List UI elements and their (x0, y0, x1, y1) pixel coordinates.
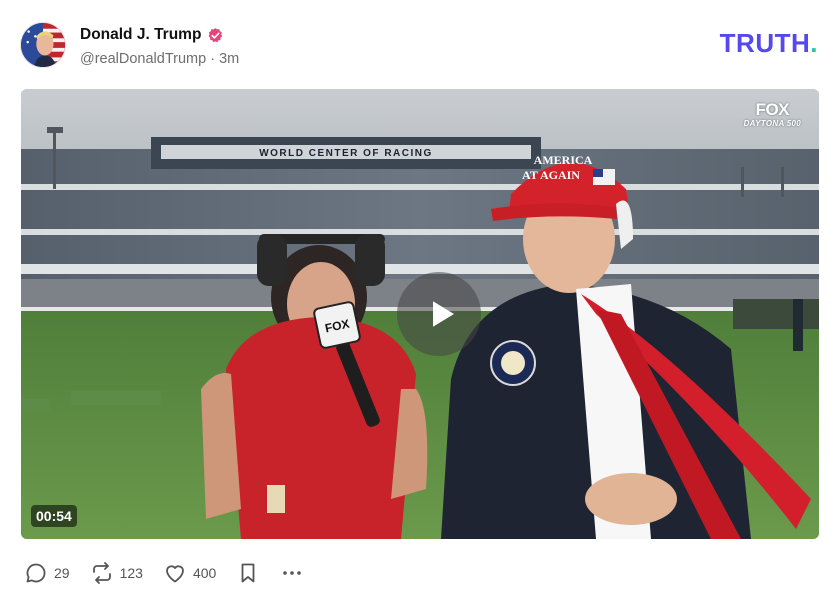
author-block: Donald J. Trump @realDonaldTrump · 3m (80, 24, 239, 67)
broadcaster-logo: FOX DAYTONA 500 (744, 101, 801, 129)
retruth-button[interactable]: 123 (90, 561, 143, 585)
meta-separator: · (210, 51, 216, 67)
reply-count: 29 (54, 565, 70, 581)
reply-button[interactable]: 29 (24, 561, 70, 585)
hat-text-line1: AMERICA (534, 153, 593, 167)
timestamp[interactable]: 3m (219, 51, 239, 67)
video-player[interactable]: WORLD CENTER OF RACING FOX AMERICA AT AG… (21, 89, 819, 539)
more-button[interactable] (280, 561, 304, 585)
more-icon (283, 571, 302, 575)
logo-text: TRUTH (719, 28, 811, 58)
retruth-icon (92, 562, 111, 584)
handle[interactable]: @realDonaldTrump (80, 51, 206, 67)
play-button[interactable] (397, 272, 481, 356)
play-icon (433, 301, 454, 327)
verified-badge-icon (207, 27, 224, 44)
bookmark-button[interactable] (236, 561, 260, 585)
post-meta: @realDonaldTrump · 3m (80, 51, 239, 67)
hat-text-line2: AT AGAIN (522, 168, 580, 182)
logo-dot: . (810, 28, 818, 58)
bookmark-icon (241, 563, 255, 583)
display-name[interactable]: Donald J. Trump (80, 26, 201, 44)
broadcaster-subtext: DAYTONA 500 (743, 119, 801, 128)
video-duration: 00:54 (31, 505, 77, 527)
heart-icon (166, 565, 184, 583)
retruth-count: 123 (119, 565, 143, 581)
post-header: Donald J. Trump @realDonaldTrump · 3m TR… (20, 22, 820, 70)
broadcaster-text: FOX (755, 100, 790, 119)
like-button[interactable]: 400 (163, 561, 216, 585)
stadium-sign: WORLD CENTER OF RACING (259, 148, 433, 159)
reply-icon (26, 563, 46, 583)
truth-post: Donald J. Trump @realDonaldTrump · 3m TR… (0, 0, 840, 615)
post-actions: 29 123 400 (24, 560, 324, 586)
truth-logo[interactable]: TRUTH. (720, 28, 818, 58)
like-count: 400 (192, 565, 217, 581)
avatar[interactable] (20, 22, 66, 68)
